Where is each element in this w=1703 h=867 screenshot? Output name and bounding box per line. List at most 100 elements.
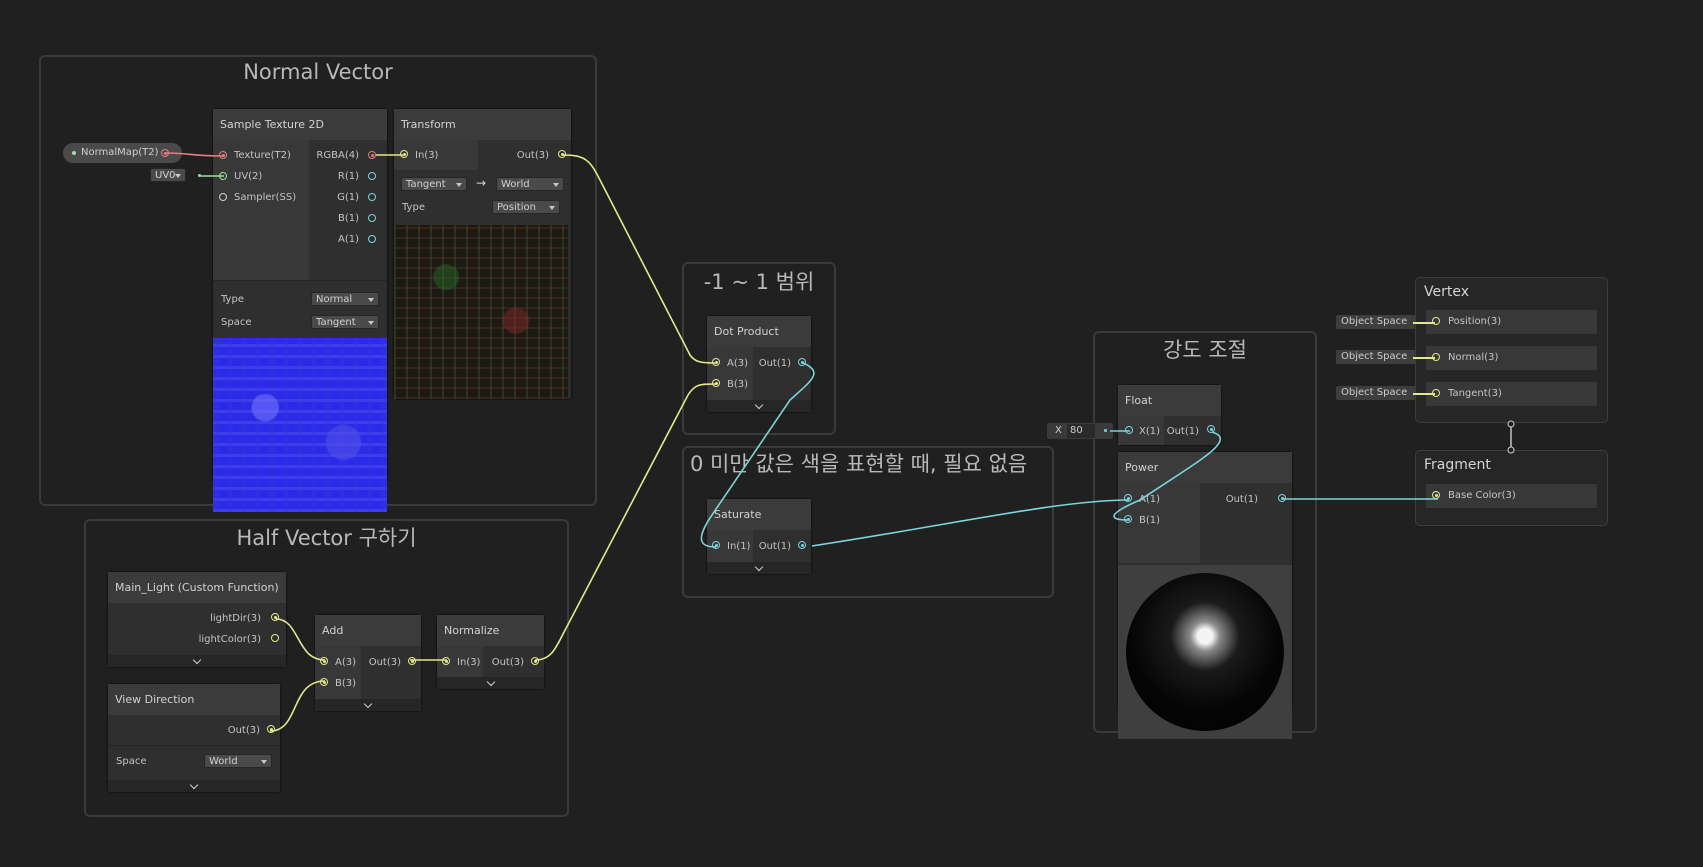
uv-input-port[interactable] [219,172,227,180]
texture-input-port[interactable] [219,151,227,159]
out-output-port[interactable] [1207,425,1215,433]
type-select-value: Normal [316,294,353,305]
normalmap-label: NormalMap(T2) [81,147,159,158]
b-input-port[interactable] [712,379,720,387]
dot-product-node[interactable]: Dot Product A(3) B(3) Out(1) [707,316,811,412]
in-input-port[interactable] [400,150,408,158]
normal-slot-label: Normal(3) [1448,352,1499,363]
expand-toggle[interactable] [437,677,544,689]
out-output-port[interactable] [1278,494,1286,502]
dropdown-caret-icon [549,206,555,210]
expand-toggle[interactable] [108,780,280,792]
b-input-port[interactable] [1124,515,1132,523]
a-input-port[interactable] [712,358,720,366]
sample-texture-2d-node[interactable]: Sample Texture 2D Texture(T2) UV(2) Samp… [213,109,387,512]
position-input-port[interactable] [1432,317,1440,325]
lightdir-output-label: lightDir(3) [210,613,261,624]
out-output-port[interactable] [798,541,806,549]
power-node[interactable]: Power A(1) B(1) Out(1) [1118,452,1292,739]
out-output-port[interactable] [798,358,806,366]
type-select[interactable]: Normal [311,292,379,306]
group-title[interactable]: Half Vector 구하기 [86,522,567,552]
node-title[interactable]: Main_Light (Custom Function) [108,572,286,603]
g-output-port[interactable] [368,193,376,201]
chevron-down-icon [754,562,764,572]
sampler-input-label: Sampler(SS) [234,192,297,203]
space-select[interactable]: World [204,754,272,768]
expand-toggle[interactable] [315,699,421,711]
vertex-title[interactable]: Vertex [1424,284,1469,300]
rgba-output-port[interactable] [368,151,376,159]
chevron-down-icon [486,677,495,687]
expand-toggle[interactable] [707,562,811,574]
r-output-label: R(1) [337,171,359,182]
fragment-title[interactable]: Fragment [1424,457,1491,473]
out-output-port[interactable] [408,657,416,665]
normalize-node[interactable]: Normalize In(3) Out(3) [437,615,544,689]
out-output-port[interactable] [267,725,275,733]
in-input-port[interactable] [712,541,720,549]
a-input-port[interactable] [320,657,328,665]
to-space-select[interactable]: World [496,177,564,191]
a-output-port[interactable] [368,235,376,243]
node-title[interactable]: View Direction [108,684,280,715]
transform-node[interactable]: Transform In(3) Out(3) Tangent → World T… [394,109,571,399]
out-output-port[interactable] [558,150,566,158]
node-title[interactable]: Saturate [707,499,811,530]
a-input-port[interactable] [1124,494,1132,502]
x-input-port[interactable] [1125,426,1133,434]
node-title[interactable]: Sample Texture 2D [213,109,387,140]
node-title[interactable]: Transform [394,109,571,140]
normalmap-property[interactable]: NormalMap(T2) [63,143,182,163]
node-title[interactable]: Normalize [437,615,544,646]
float-value-field[interactable]: X 80 [1047,423,1113,439]
out-output-port[interactable] [531,657,539,665]
node-title[interactable]: Float [1118,385,1221,416]
space-select[interactable]: Tangent [311,315,379,329]
expand-toggle[interactable] [108,655,286,667]
base-color-slot[interactable]: Base Color(3) [1426,484,1597,508]
group-title[interactable]: 0 미만 값은 색을 표현할 때, 필요 없음 [684,448,1052,478]
b-input-port[interactable] [320,678,328,686]
expand-toggle[interactable] [707,400,811,412]
out-output-label: Out(1) [1225,494,1258,505]
preview-sphere [1126,573,1284,731]
in-input-label: In(3) [415,150,439,161]
transform-type-select[interactable]: Position [492,200,560,214]
normalmap-output-port[interactable] [161,149,169,157]
sampler-input-port[interactable] [219,193,227,201]
r-output-port[interactable] [368,172,376,180]
main-light-node[interactable]: Main_Light (Custom Function) lightDir(3)… [108,572,286,667]
from-space-select[interactable]: Tangent [401,177,467,191]
view-direction-node[interactable]: View Direction Out(3) Space World [108,684,280,792]
vertex-context[interactable]: Vertex Position(3) Normal(3) Tangent(3) [1415,277,1608,423]
saturate-node[interactable]: Saturate In(1) Out(1) [707,499,811,574]
group-title[interactable]: Normal Vector [41,60,595,84]
a-output-label: A(1) [337,234,359,245]
group-title[interactable]: -1 ~ 1 범위 [684,266,834,296]
transform-type-value: Position [497,202,536,213]
g-output-label: G(1) [337,192,359,203]
node-title[interactable]: Dot Product [707,316,811,347]
float-node[interactable]: Float X(1) Out(1) [1118,385,1221,445]
out-output-label: Out(3) [516,150,549,161]
add-node[interactable]: Add A(3) B(3) Out(3) [315,615,421,711]
tag-connector-tangent [1413,393,1435,395]
base-color-slot-label: Base Color(3) [1448,490,1516,501]
fragment-context[interactable]: Fragment Base Color(3) [1415,450,1608,526]
b-output-port[interactable] [368,214,376,222]
uv-channel-select[interactable]: UV0 [150,168,186,182]
tangent-slot[interactable]: Tangent(3) [1426,382,1597,406]
group-title[interactable]: 강도 조절 [1095,334,1315,364]
in-input-port[interactable] [442,657,450,665]
node-title[interactable]: Add [315,615,421,646]
b-input-label: B(3) [727,379,749,390]
x-label: X [1055,425,1062,436]
base-color-input-port[interactable] [1432,491,1440,499]
lightcolor-output-port[interactable] [271,634,279,642]
position-slot[interactable]: Position(3) [1426,310,1597,334]
normal-slot[interactable]: Normal(3) [1426,346,1597,370]
lightdir-output-port[interactable] [271,613,279,621]
x-value-input[interactable]: 80 [1067,424,1095,438]
node-title[interactable]: Power [1118,452,1292,483]
